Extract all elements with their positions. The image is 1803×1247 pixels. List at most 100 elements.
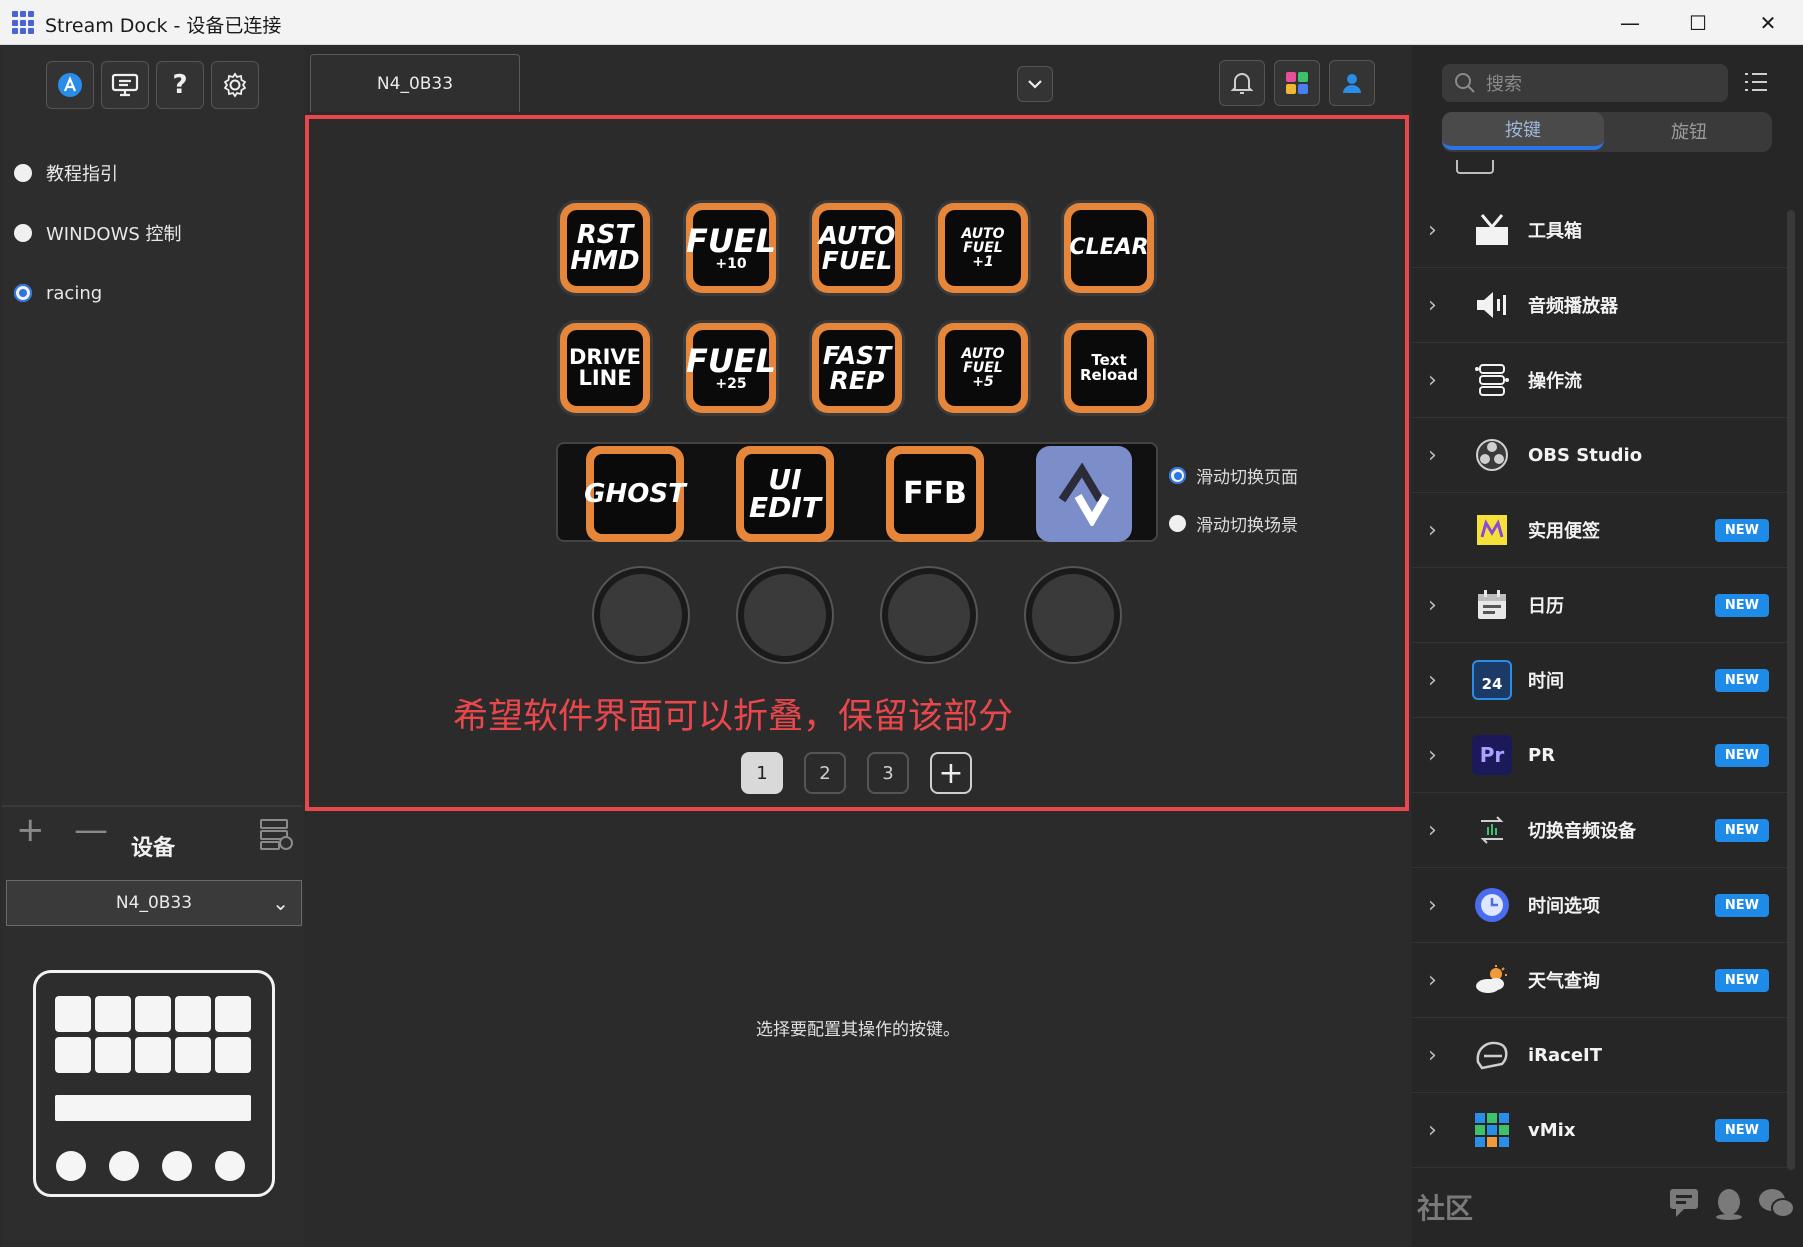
strip-key-ffb[interactable]: FFB — [886, 446, 984, 542]
profile-item-racing[interactable]: racing — [14, 273, 102, 313]
sticky-note-icon — [1472, 510, 1512, 550]
maximize-button[interactable]: ☐ — [1663, 0, 1733, 45]
new-badge: NEW — [1714, 518, 1769, 542]
category-vmix[interactable]: › vMix NEW — [1412, 1093, 1787, 1168]
presentation-button[interactable] — [101, 61, 149, 109]
profile-item-tutorial[interactable]: 教程指引 — [14, 153, 118, 193]
page-button-1[interactable]: 1 — [741, 752, 783, 794]
slide-scene-option[interactable]: 滑动切换场景 — [1169, 511, 1298, 536]
qq-link[interactable] — [1713, 1187, 1745, 1229]
preview-key — [175, 1037, 211, 1073]
wechat-link[interactable] — [1758, 1187, 1796, 1229]
category-label: iRaceIT — [1528, 1044, 1603, 1066]
speaker-icon — [1472, 285, 1512, 325]
device-select-value: N4_0B33 — [115, 893, 193, 913]
app-grid-icon — [12, 11, 36, 35]
wechat-icon — [1759, 1189, 1795, 1218]
key-drive-line[interactable]: DRIVE LINE — [560, 323, 650, 413]
close-button[interactable]: ✕ — [1733, 0, 1803, 45]
device-tab[interactable]: N4_0B33 — [310, 54, 520, 112]
category-pr[interactable]: › Pr PR NEW — [1412, 718, 1787, 793]
category-time[interactable]: › 24 时间 NEW — [1412, 643, 1787, 718]
search-input[interactable]: 搜索 — [1442, 64, 1728, 102]
profile-item-windows[interactable]: WINDOWS 控制 — [14, 213, 182, 253]
strip-key-ghost[interactable]: GHOST — [584, 446, 686, 542]
category-calendar[interactable]: › 日历 NEW — [1412, 568, 1787, 643]
preview-knob — [56, 1151, 86, 1181]
list-view-button[interactable] — [1744, 72, 1768, 96]
category-label: 时间选项 — [1528, 896, 1600, 917]
minimize-button[interactable]: — — [1595, 0, 1665, 45]
category-label: 工具箱 — [1528, 221, 1582, 242]
forum-link[interactable] — [1668, 1187, 1706, 1227]
radio-icon — [14, 164, 32, 182]
key-auto-fuel-1[interactable]: AUTO FUEL +1 — [938, 203, 1028, 293]
add-page-button[interactable]: + — [930, 752, 972, 794]
chevron-right-icon: › — [1428, 592, 1437, 618]
strip-key-ui-edit[interactable]: UI EDIT — [736, 446, 834, 542]
knob-2[interactable] — [738, 568, 832, 662]
category-audio-player[interactable]: › 音频播放器 — [1412, 268, 1787, 343]
slide-page-option[interactable]: 滑动切换页面 — [1169, 463, 1298, 488]
tab-knobs[interactable]: 旋钮 — [1608, 112, 1770, 150]
device-preview — [33, 970, 275, 1197]
knob-3[interactable] — [882, 568, 976, 662]
category-audio-switch[interactable]: › 切换音频设备 NEW — [1412, 793, 1787, 868]
page-button-2[interactable]: 2 — [804, 752, 846, 794]
key-text-reload[interactable]: Text Reload — [1064, 323, 1154, 413]
profile-label: racing — [46, 282, 103, 304]
device-select[interactable]: N4_0B33 ⌄ — [6, 880, 302, 926]
key-clear[interactable]: CLEAR — [1064, 203, 1154, 293]
device-dropdown-button[interactable] — [1017, 66, 1053, 102]
chevron-right-icon: › — [1428, 1042, 1437, 1068]
device-heading: 设备 — [130, 836, 175, 861]
preview-key — [175, 996, 211, 1032]
time-icon: 24 — [1472, 660, 1512, 700]
flow-icon — [1472, 360, 1512, 400]
key-auto-fuel-5[interactable]: AUTO FUEL +5 — [938, 323, 1028, 413]
key-auto-fuel[interactable]: AUTO FUEL — [812, 203, 902, 293]
new-badge: NEW — [1714, 1118, 1769, 1142]
search-icon — [1455, 73, 1475, 93]
slide-option-label: 滑动切换页面 — [1196, 468, 1298, 488]
new-badge: NEW — [1714, 968, 1769, 992]
plugins-button[interactable] — [1274, 60, 1320, 106]
helmet-icon — [1472, 1035, 1512, 1075]
category-label: 音频播放器 — [1528, 296, 1618, 317]
settings-button[interactable] — [211, 61, 259, 109]
knob-4[interactable] — [1026, 568, 1120, 662]
category-scrollbar[interactable] — [1787, 210, 1795, 1170]
strip-key-app[interactable] — [1036, 446, 1132, 542]
radio-selected-icon — [1169, 467, 1186, 484]
category-obs[interactable]: › OBS Studio — [1412, 418, 1787, 493]
chevron-down-icon — [1028, 80, 1042, 89]
chevron-right-icon: › — [1428, 967, 1437, 993]
touch-strip: GHOST UI EDIT FFB — [556, 442, 1158, 542]
radio-icon — [1169, 515, 1186, 532]
chevron-right-icon: › — [1428, 292, 1437, 318]
category-sticky-notes[interactable]: › 实用便签 NEW — [1412, 493, 1787, 568]
knob-1[interactable] — [594, 568, 688, 662]
weather-icon — [1472, 960, 1512, 1000]
account-button[interactable] — [1329, 60, 1375, 106]
new-badge: NEW — [1714, 668, 1769, 692]
key-fuel-25[interactable]: FUEL +25 — [686, 323, 776, 413]
radio-icon — [14, 224, 32, 242]
key-fuel-10[interactable]: FUEL +10 — [686, 203, 776, 293]
key-fast-rep[interactable]: FAST REP — [812, 323, 902, 413]
help-button[interactable]: ? — [156, 61, 204, 109]
category-workflow[interactable]: › 操作流 — [1412, 343, 1787, 418]
category-iraceit[interactable]: › iRaceIT — [1412, 1018, 1787, 1093]
category-time-options[interactable]: › 时间选项 NEW — [1412, 868, 1787, 943]
key-rst-hmd[interactable]: RST HMD — [560, 203, 650, 293]
chevron-down-icon: ⌄ — [272, 891, 289, 915]
tab-keys[interactable]: 按键 — [1442, 112, 1604, 150]
profile-label: 教程指引 — [46, 164, 118, 185]
page-button-3[interactable]: 3 — [867, 752, 909, 794]
category-weather[interactable]: › 天气查询 NEW — [1412, 943, 1787, 1018]
store-button[interactable] — [46, 61, 94, 109]
category-toolbox[interactable]: › 工具箱 — [1412, 193, 1787, 268]
notifications-button[interactable] — [1219, 60, 1265, 106]
obs-icon — [1472, 435, 1512, 475]
chevron-right-icon: › — [1428, 517, 1437, 543]
